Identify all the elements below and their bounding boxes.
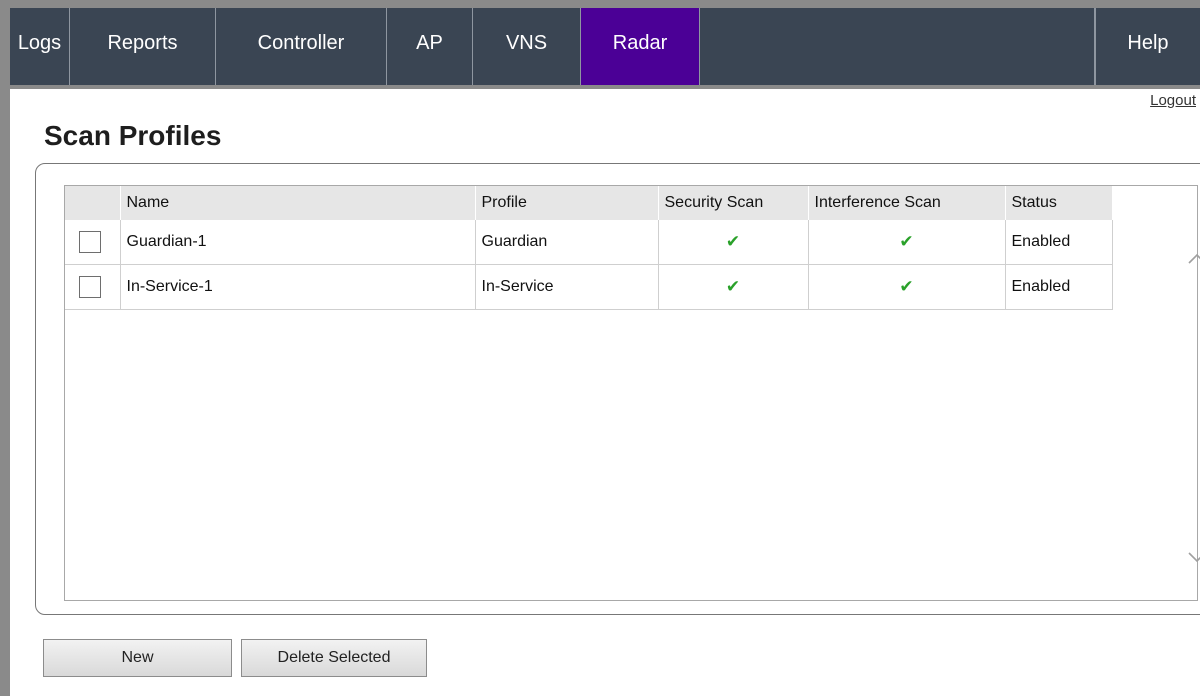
cell-security-scan: ✔: [658, 264, 809, 310]
nav-spacer: [700, 8, 1095, 85]
row-select-cell: [65, 220, 121, 265]
tab-controller[interactable]: Controller: [216, 8, 387, 85]
profiles-table-container: Name Profile Security Scan Interference …: [64, 185, 1200, 601]
cell-status: Enabled: [1005, 220, 1113, 265]
cell-name: In-Service-1: [120, 264, 476, 310]
new-button[interactable]: New: [43, 639, 232, 677]
column-header-interference-scan[interactable]: Interference Scan: [808, 186, 1006, 220]
top-nav-bar: Logs Reports Controller AP VNS Radar Hel…: [10, 8, 1200, 89]
check-icon: ✔: [899, 277, 914, 296]
cell-profile: In-Service: [475, 264, 659, 310]
row-checkbox[interactable]: [79, 276, 101, 298]
tab-reports[interactable]: Reports: [70, 8, 216, 85]
cell-name: Guardian-1: [120, 220, 476, 265]
column-header-security-scan[interactable]: Security Scan: [658, 186, 809, 220]
column-header-profile[interactable]: Profile: [475, 186, 659, 220]
tab-radar[interactable]: Radar: [581, 8, 700, 85]
table-row[interactable]: In-Service-1 In-Service ✔ ✔ Enabled: [65, 264, 1113, 310]
chevron-up-icon[interactable]: [1186, 248, 1200, 270]
cell-profile: Guardian: [475, 220, 659, 265]
delete-selected-button[interactable]: Delete Selected: [241, 639, 427, 677]
check-icon: ✔: [899, 232, 914, 251]
tab-help[interactable]: Help: [1095, 8, 1200, 85]
table-header-row: Name Profile Security Scan Interference …: [65, 186, 1113, 220]
row-checkbox[interactable]: [79, 231, 101, 253]
tab-logs[interactable]: Logs: [10, 8, 70, 85]
logout-link[interactable]: Logout: [1150, 92, 1196, 109]
select-column-header: [65, 186, 121, 220]
chevron-down-icon[interactable]: [1186, 546, 1200, 568]
column-header-status[interactable]: Status: [1005, 186, 1113, 220]
page-title: Scan Profiles: [44, 120, 222, 151]
cell-security-scan: ✔: [658, 220, 809, 265]
tab-ap[interactable]: AP: [387, 8, 473, 85]
tab-vns[interactable]: VNS: [473, 8, 581, 85]
cell-interference-scan: ✔: [808, 264, 1006, 310]
row-select-cell: [65, 264, 121, 310]
table-row[interactable]: Guardian-1 Guardian ✔ ✔ Enabled: [65, 220, 1113, 265]
column-header-name[interactable]: Name: [120, 186, 476, 220]
cell-status: Enabled: [1005, 264, 1113, 310]
check-icon: ✔: [725, 232, 741, 251]
cell-interference-scan: ✔: [808, 220, 1006, 265]
check-icon: ✔: [725, 277, 741, 296]
profiles-table: Name Profile Security Scan Interference …: [65, 186, 1113, 310]
